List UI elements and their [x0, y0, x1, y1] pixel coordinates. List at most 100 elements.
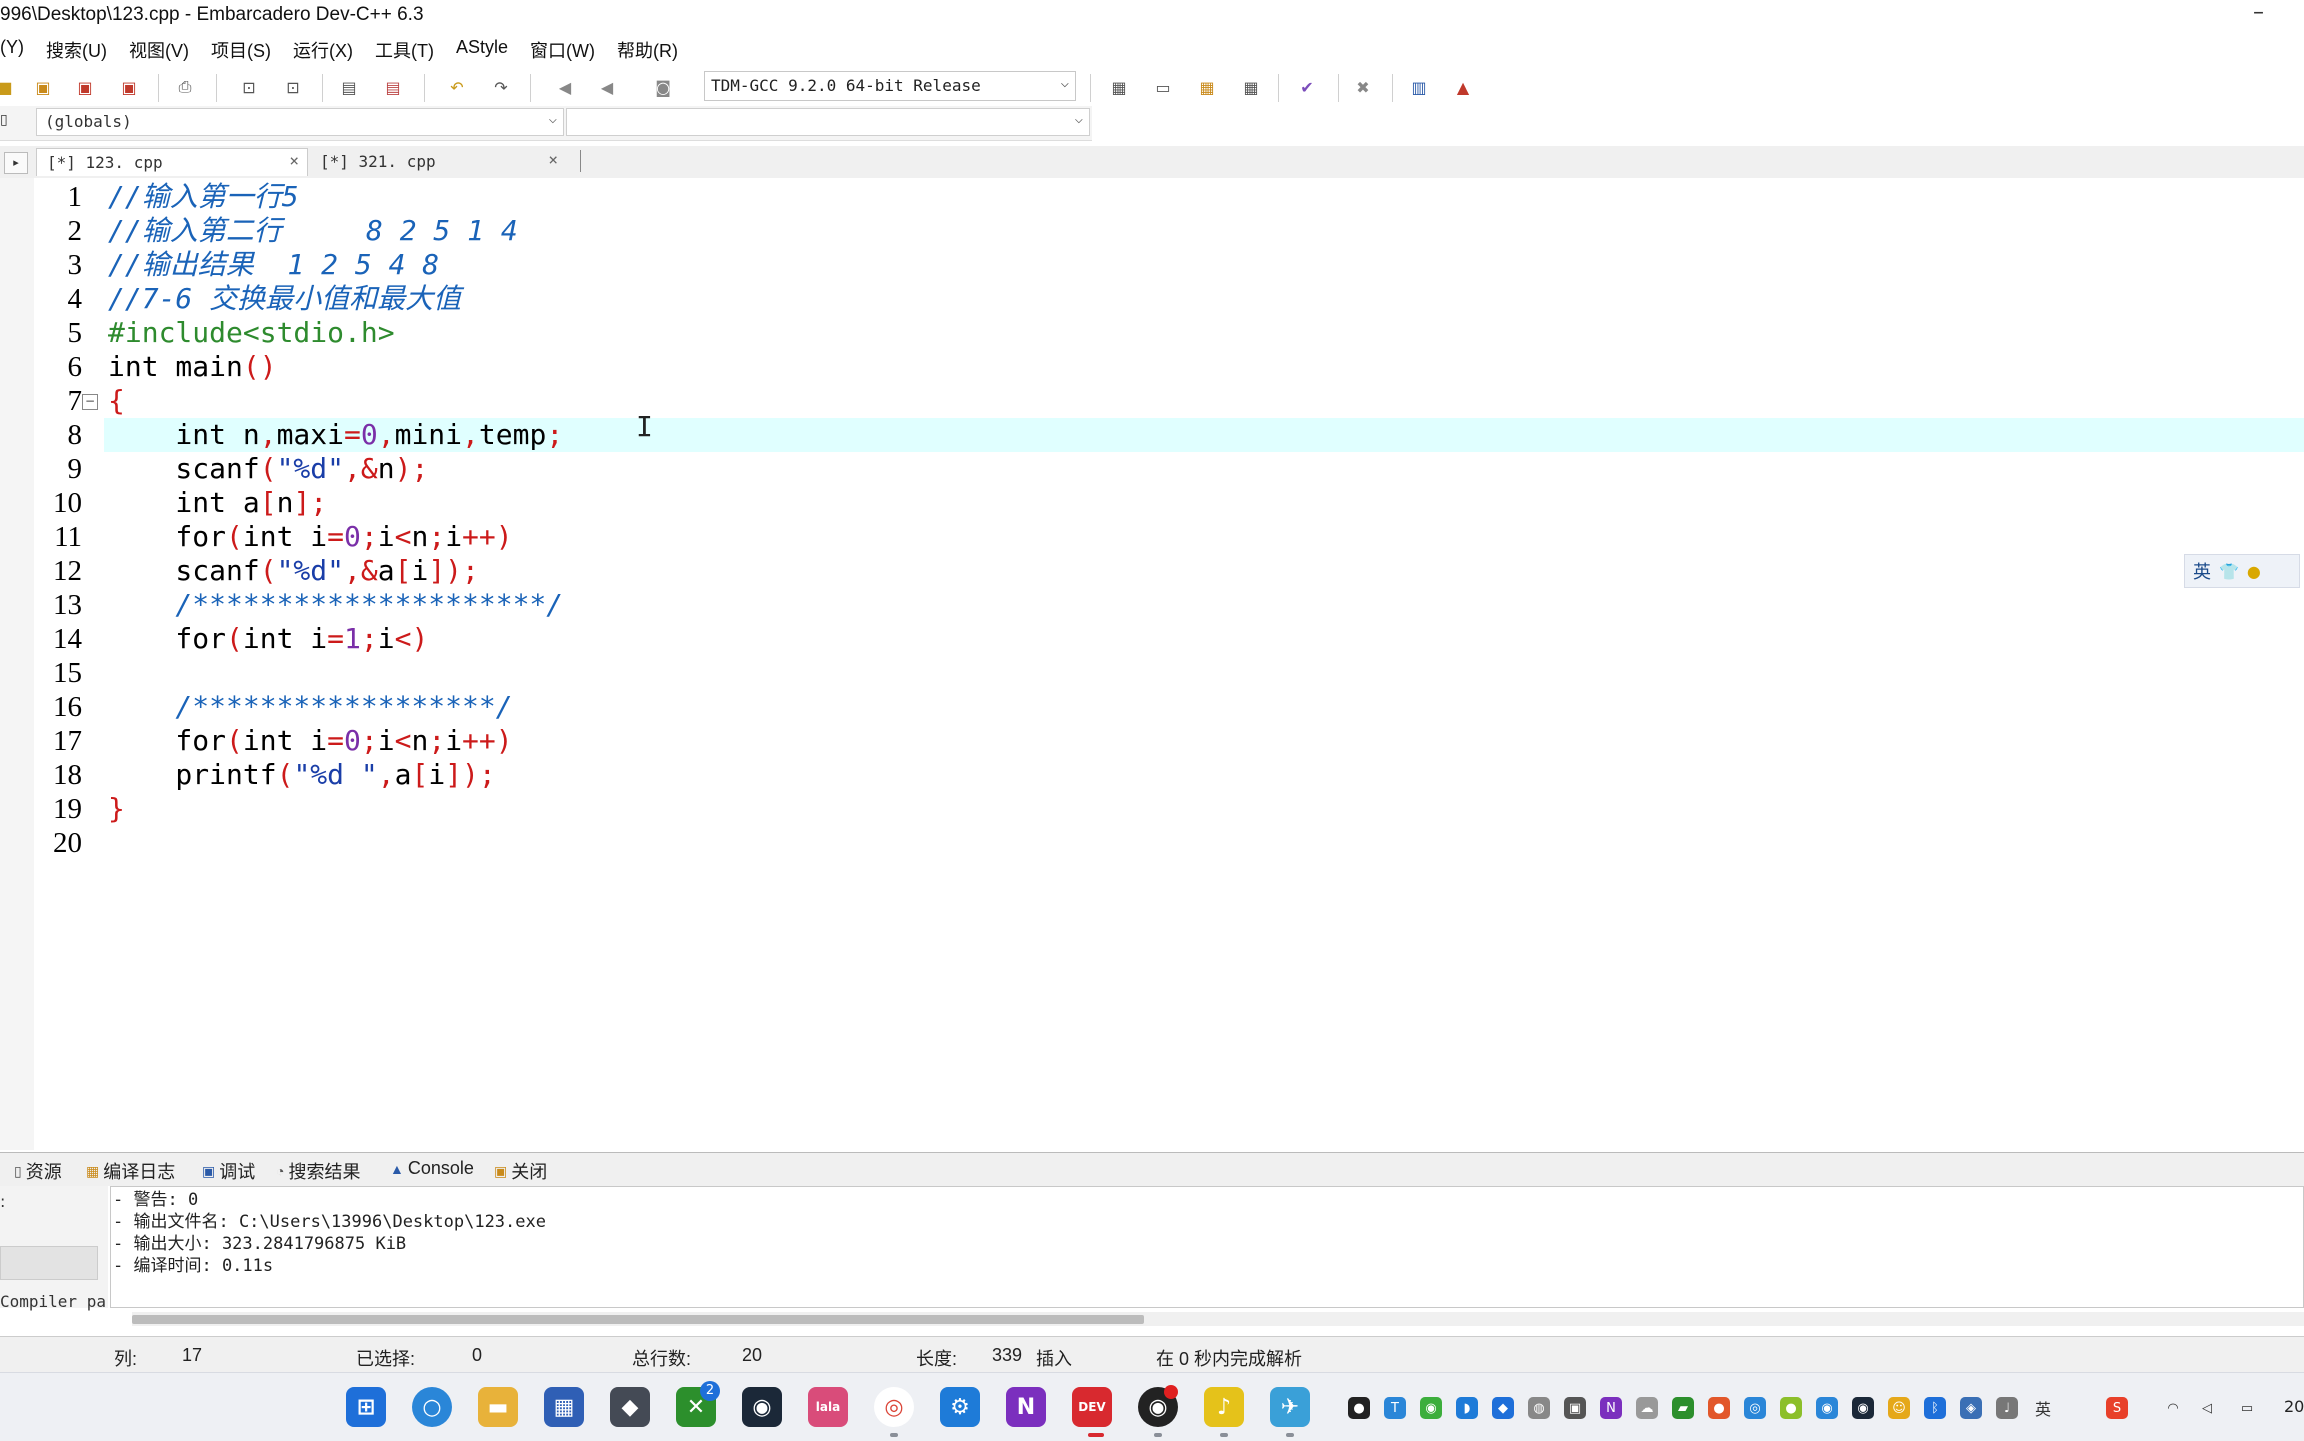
close-all-icon[interactable]: ▣	[116, 75, 142, 99]
compile-log-text[interactable]: - 警告: 0- 输出文件名: C:\Users\13996\Desktop\1…	[110, 1186, 2304, 1308]
tray-app-icon[interactable]: ◆	[1492, 1397, 1514, 1419]
code-line[interactable]: //输出结果 1 2 5 4 8	[108, 248, 439, 282]
tray-app-icon[interactable]: ▣	[1564, 1397, 1586, 1419]
redo-icon[interactable]: ↷	[488, 75, 514, 99]
tray-app-icon[interactable]: ◉	[1816, 1397, 1838, 1419]
tab-close[interactable]: ▣ 关闭	[494, 1158, 547, 1184]
menu-astyle[interactable]: AStyle	[445, 34, 519, 64]
fold-toggle-icon[interactable]: −	[82, 394, 98, 410]
ime-language[interactable]: 英	[2193, 558, 2211, 584]
run-icon[interactable]: ▭	[1150, 75, 1176, 99]
tray-bluetooth-icon[interactable]: ᛒ	[1924, 1397, 1946, 1419]
menu-search[interactable]: 搜索(U)	[35, 34, 118, 64]
tab-console[interactable]: ▲ Console	[390, 1158, 474, 1179]
lala-app-icon[interactable]: lala	[808, 1387, 848, 1427]
clock[interactable]: 20	[2284, 1397, 2304, 1416]
rebuild-icon[interactable]: ▦	[1238, 75, 1264, 99]
code-line[interactable]: //7-6 交换最小值和最大值	[108, 282, 461, 316]
unindent-icon[interactable]: ◀	[594, 75, 620, 99]
tray-microphone-icon[interactable]: ♩	[1996, 1397, 2018, 1419]
tab-321-cpp[interactable]: [*] 321. cpp ×	[310, 148, 566, 176]
code-line[interactable]: //输入第二行 8 2 5 1 4	[108, 214, 518, 248]
volume-icon[interactable]: ◁	[2196, 1397, 2218, 1419]
find-icon[interactable]: ⊡	[236, 75, 262, 99]
app-cube-icon[interactable]: ◆	[610, 1387, 650, 1427]
tray-app-icon[interactable]: S	[2106, 1397, 2128, 1419]
store-icon[interactable]: ▦	[544, 1387, 584, 1427]
tray-onenote-icon[interactable]: N	[1600, 1397, 1622, 1419]
tab-search-results[interactable]: ◔ 搜索结果	[276, 1158, 360, 1184]
indent-icon[interactable]: ◀	[552, 75, 578, 99]
tray-globe-icon[interactable]: ◍	[1528, 1397, 1550, 1419]
search-icon[interactable]: ○	[412, 1387, 452, 1427]
compiler-select[interactable]: TDM-GCC 9.2.0 64-bit Release ⌵	[704, 71, 1076, 101]
tray-app-icon[interactable]: T	[1384, 1397, 1406, 1419]
game-app-icon[interactable]: ✈	[1270, 1387, 1310, 1427]
tray-nvidia-icon[interactable]: ▰	[1672, 1397, 1694, 1419]
code-line[interactable]: for(int i=0;i<n;i++)	[108, 520, 512, 554]
code-line[interactable]: //输入第一行5	[108, 180, 299, 214]
tray-steam-icon[interactable]: ◉	[1852, 1397, 1874, 1419]
tray-obs-icon[interactable]: ●	[1348, 1397, 1370, 1419]
ime-toolbar[interactable]: 英 👕 ●	[2184, 554, 2300, 588]
tab-123-cpp[interactable]: [*] 123. cpp ×	[36, 148, 308, 176]
code-line[interactable]: #include<stdio.h>	[108, 316, 395, 350]
devcpp-icon[interactable]: DEV	[1072, 1387, 1112, 1427]
code-line[interactable]: /*********************/	[108, 588, 563, 622]
start-menu-icon[interactable]: ⊞	[346, 1387, 386, 1427]
save-all-icon[interactable]: ▣	[30, 75, 56, 99]
code-editor[interactable]: 1 //输入第一行5 2 //输入第二行 8 2 5 1 4 3 //输出结果 1 2 5…	[0, 178, 2304, 1150]
tray-security-icon[interactable]: ◈	[1960, 1397, 1982, 1419]
menu-tools[interactable]: 工具(T)	[364, 34, 445, 64]
tray-qq-icon[interactable]: ☺	[1888, 1397, 1910, 1419]
scope-select[interactable]: (globals) ⌵	[36, 108, 564, 136]
tab-resources[interactable]: ▯ 资源	[14, 1158, 62, 1184]
tray-app-icon[interactable]: ◗	[1456, 1397, 1478, 1419]
code-line[interactable]: /******************/	[108, 690, 512, 724]
tray-ime-icon[interactable]: 英	[2032, 1397, 2054, 1419]
music-app-icon[interactable]: ♪	[1204, 1387, 1244, 1427]
syntax-check-icon[interactable]: ✔	[1294, 75, 1320, 99]
settings-gear-icon[interactable]: ⚙	[940, 1387, 980, 1427]
tray-cloud-icon[interactable]: ☁	[1636, 1397, 1658, 1419]
function-select[interactable]: ⌵	[566, 108, 1090, 136]
close-icon[interactable]: ×	[548, 150, 558, 169]
menu-help[interactable]: 帮助(R)	[606, 34, 689, 64]
menu-view[interactable]: 视图(V)	[118, 34, 200, 64]
bookmark-icon[interactable]: ▤	[380, 75, 406, 99]
code-line[interactable]: int n,maxi=0,mini,temp;	[108, 418, 563, 452]
code-line[interactable]: scanf("%d",&n);	[108, 452, 428, 486]
scrollbar-thumb[interactable]	[132, 1315, 1144, 1324]
class-browser-icon[interactable]: ▯	[0, 112, 8, 128]
code-line[interactable]: }	[108, 792, 125, 826]
menu-edit[interactable]: (Y)	[0, 34, 35, 64]
profile-icon[interactable]: ▥	[1406, 75, 1432, 99]
code-line[interactable]: for(int i=1;i<)	[108, 622, 428, 656]
menu-run[interactable]: 运行(X)	[282, 34, 364, 64]
undo-icon[interactable]: ↶	[444, 75, 470, 99]
tray-app-icon[interactable]: ◎	[1744, 1397, 1766, 1419]
tab-debug[interactable]: ▣ 调试	[202, 1158, 255, 1184]
toggle-comment-icon[interactable]: ◙	[650, 75, 676, 99]
file-explorer-icon[interactable]: ▬	[478, 1387, 518, 1427]
code-line[interactable]: for(int i=0;i<n;i++)	[108, 724, 512, 758]
tray-app-icon[interactable]: ●	[1708, 1397, 1730, 1419]
battery-icon[interactable]: ▭	[2236, 1397, 2258, 1419]
wifi-icon[interactable]: ◠	[2162, 1397, 2184, 1419]
print-icon[interactable]: ⎙	[172, 75, 198, 99]
ime-settings-icon[interactable]: ●	[2247, 562, 2261, 581]
compile-icon[interactable]: ▦	[1106, 75, 1132, 99]
horizontal-scrollbar[interactable]	[132, 1312, 2304, 1326]
code-line[interactable]: scanf("%d",&a[i]);	[108, 554, 478, 588]
code-line[interactable]: int main()	[108, 350, 277, 384]
debug-icon[interactable]: ▲	[1450, 75, 1476, 99]
goto-line-icon[interactable]: ▤	[336, 75, 362, 99]
open-icon[interactable]: ■	[0, 75, 18, 99]
code-line[interactable]: printf("%d ",a[i]);	[108, 758, 495, 792]
onenote-icon[interactable]: N	[1006, 1387, 1046, 1427]
tray-app-icon[interactable]: ◉	[1420, 1397, 1442, 1419]
tab-compile-log[interactable]: ▦ 编译日志	[86, 1158, 175, 1184]
tab-scroll-arrow-icon[interactable]: ▸	[4, 152, 28, 174]
replace-icon[interactable]: ⊡	[280, 75, 306, 99]
close-file-icon[interactable]: ▣	[72, 75, 98, 99]
